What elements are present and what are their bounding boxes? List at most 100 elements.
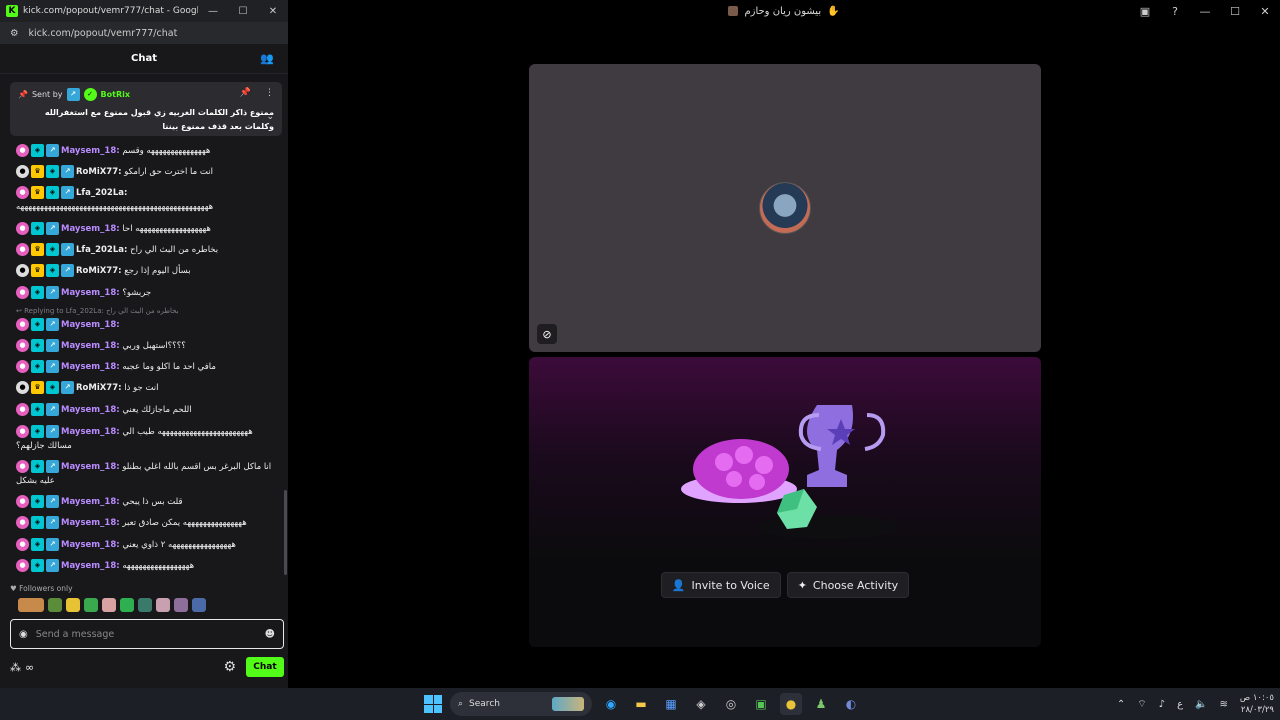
- chat-username[interactable]: Maysem_18:: [61, 146, 120, 156]
- wifi-icon[interactable]: ≋: [1219, 699, 1227, 710]
- users-icon[interactable]: 👥: [260, 52, 274, 65]
- app-icon[interactable]: ◎: [720, 693, 742, 715]
- chat-message[interactable]: ● ♛ ◈ ↗ RoMiX77: انت ما اخترت حق ارامكو: [16, 165, 279, 179]
- reply-context[interactable]: ↩ Replying to Lfa_202La: بخاطره من البث …: [16, 307, 179, 315]
- chat-message-text: مافي احد ما اكلو وما عجبه: [119, 362, 216, 372]
- emote[interactable]: [174, 598, 188, 612]
- chat-username[interactable]: Maysem_18:: [61, 427, 120, 437]
- close-button[interactable]: ✕: [1250, 5, 1280, 18]
- sub-badge-icon: ●: [16, 538, 29, 551]
- user-badges: ● ◈ ↗: [16, 495, 59, 508]
- address-bar[interactable]: ⚙ kick.com/popout/vemr777/chat: [0, 22, 288, 44]
- steam-icon[interactable]: ◈: [690, 693, 712, 715]
- store-icon[interactable]: ▦: [660, 693, 682, 715]
- emote[interactable]: [102, 598, 116, 612]
- emote[interactable]: [66, 598, 80, 612]
- points-icon[interactable]: ⁂: [10, 661, 21, 674]
- chat-username[interactable]: RoMiX77:: [76, 383, 122, 393]
- pinned-bot-name[interactable]: BotRix: [101, 90, 130, 99]
- chat-message[interactable]: ● ◈ ↗ Maysem_18: انا ماكل البرغر بس اقسم با…: [16, 460, 279, 488]
- chat-message[interactable]: ● ◈ ↗ Maysem_18: هههههههههههههههههه: [16, 559, 279, 573]
- chat-message-list[interactable]: ● ◈ ↗ Maysem_18: هههههههههههههههه وقسم ● ♛ ◈ ↗ R…: [0, 136, 289, 576]
- chat-username[interactable]: RoMiX77:: [76, 167, 122, 177]
- emote[interactable]: [192, 598, 206, 612]
- chevron-down-icon[interactable]: ⌄: [266, 112, 274, 122]
- emote[interactable]: [48, 598, 62, 612]
- chat-message[interactable]: ● ♛ ◈ ↗ RoMiX77: انت جو ذا: [16, 381, 279, 395]
- chat-message[interactable]: ● ♛ ◈ ↗ RoMiX77: بسأل اليوم إذا رجع: [16, 264, 279, 278]
- chat-username[interactable]: Maysem_18:: [61, 341, 120, 351]
- file-explorer-icon[interactable]: ▬: [630, 693, 652, 715]
- chat-message[interactable]: ● ◈ ↗ Maysem_18: هههههههههههههههه يمكن صادق…: [16, 516, 279, 530]
- emote[interactable]: [138, 598, 152, 612]
- app-icon[interactable]: ▣: [750, 693, 772, 715]
- emote[interactable]: [120, 598, 134, 612]
- chat-message[interactable]: ● ♛ ◈ ↗ Lfa_202La: ههههههههههههههههههههههههه…: [16, 186, 279, 214]
- help-icon[interactable]: ?: [1160, 5, 1190, 18]
- minimize-button[interactable]: —: [198, 6, 228, 17]
- inbox-icon[interactable]: ▣: [1130, 5, 1160, 18]
- emoji-icon[interactable]: ☻: [265, 629, 275, 640]
- chat-username[interactable]: Maysem_18:: [61, 497, 120, 507]
- send-chat-button[interactable]: Chat: [246, 657, 284, 677]
- chat-message[interactable]: ● ◈ ↗ Maysem_18: قلت بس ذا يبحي: [16, 495, 279, 509]
- chat-username[interactable]: Maysem_18:: [61, 462, 120, 472]
- emote[interactable]: [156, 598, 170, 612]
- chat-message[interactable]: ● ◈ ↗ Maysem_18: ؟؟؟؟استهبل وربي: [16, 339, 279, 353]
- chat-message[interactable]: ● ◈ ↗ Maysem_18: ههههههههههههههههههه احا: [16, 222, 279, 236]
- chat-username[interactable]: Maysem_18:: [61, 224, 120, 234]
- discord-icon[interactable]: ◐: [840, 693, 862, 715]
- chat-message[interactable]: ● ◈ ↗ Maysem_18: هههههههههههههههههههههههه ط…: [16, 425, 279, 453]
- kick-badge-icon: ↗: [46, 495, 59, 508]
- invite-to-voice-button[interactable]: 👤 Invite to Voice: [660, 572, 781, 598]
- chat-username[interactable]: Maysem_18:: [61, 405, 120, 415]
- chrome-icon[interactable]: ●: [780, 693, 802, 715]
- speaker-icon[interactable]: 🔈: [1195, 699, 1207, 710]
- chat-username[interactable]: Maysem_18:: [61, 362, 120, 372]
- chat-message[interactable]: ● ◈ ↗ Maysem_18: ههههههههههههههههه ٢ ذاوي ي…: [16, 538, 279, 552]
- chat-message[interactable]: ● ◈ ↗ Maysem_18: هههههههههههههههه وقسم: [16, 144, 279, 158]
- chat-username[interactable]: Maysem_18:: [61, 288, 120, 298]
- more-options-icon[interactable]: ⋮: [265, 88, 274, 98]
- record-icon[interactable]: ◉: [19, 629, 28, 640]
- gear-icon[interactable]: ⚙: [223, 659, 236, 675]
- network-icon[interactable]: ⌔: [1137, 698, 1146, 711]
- microphone-icon[interactable]: ♪: [1159, 699, 1165, 710]
- chat-username[interactable]: Maysem_18:: [61, 540, 120, 550]
- site-info-icon[interactable]: ⚙: [10, 28, 19, 39]
- message-input-box[interactable]: ◉ ☻: [10, 619, 284, 649]
- chat-username[interactable]: Maysem_18:: [61, 561, 120, 571]
- chat-scrollbar[interactable]: [284, 490, 287, 575]
- emote[interactable]: [18, 598, 44, 612]
- message-input[interactable]: [35, 628, 257, 640]
- language-indicator[interactable]: ع: [1177, 699, 1183, 710]
- choose-activity-button[interactable]: ✦ Choose Activity: [786, 572, 910, 598]
- voice-user-tile[interactable]: ⊘: [529, 64, 1041, 352]
- chat-username[interactable]: Maysem_18:: [61, 518, 120, 528]
- chat-message[interactable]: ● ◈ ↗ Maysem_18: اللحم ماجازلك يعني: [16, 403, 279, 417]
- emote[interactable]: [84, 598, 98, 612]
- edge-icon[interactable]: ◉: [600, 693, 622, 715]
- taskbar-search[interactable]: ⌕ Search: [450, 692, 592, 716]
- windows-start-icon[interactable]: [424, 695, 442, 713]
- chat-username[interactable]: RoMiX77:: [76, 266, 122, 276]
- activity-icon: ✦: [797, 578, 807, 592]
- clock[interactable]: ١٠:٠٥ ص ٢٨/٠٣/٢٩: [1240, 692, 1274, 716]
- chat-username[interactable]: Lfa_202La:: [76, 245, 127, 255]
- search-highlight-image: [552, 697, 584, 711]
- maximize-button[interactable]: ☐: [228, 6, 258, 17]
- app-icon[interactable]: ♟: [810, 693, 832, 715]
- chat-message[interactable]: ● ◈ ↗ Maysem_18: جربشو؟: [16, 286, 279, 300]
- chat-username[interactable]: Lfa_202La:: [76, 188, 127, 198]
- chat-message[interactable]: ● ◈ ↗ Maysem_18: مافي احد ما اكلو وما عجبه: [16, 360, 279, 374]
- unpin-icon[interactable]: 📌: [240, 88, 251, 98]
- minimize-button[interactable]: —: [1190, 5, 1220, 18]
- chat-username[interactable]: Maysem_18:: [61, 320, 120, 330]
- close-button[interactable]: ✕: [258, 6, 288, 17]
- url-text[interactable]: kick.com/popout/vemr777/chat: [29, 28, 178, 39]
- chat-message[interactable]: ● ♛ ◈ ↗ Lfa_202La: بخاطره من البث الي راح: [16, 243, 279, 257]
- maximize-button[interactable]: ☐: [1220, 5, 1250, 18]
- infinity-icon[interactable]: ∞: [25, 661, 34, 674]
- chevron-up-icon[interactable]: ⌃: [1117, 699, 1125, 710]
- chat-message[interactable]: ● ◈ ↗ Maysem_18:: [16, 318, 279, 332]
